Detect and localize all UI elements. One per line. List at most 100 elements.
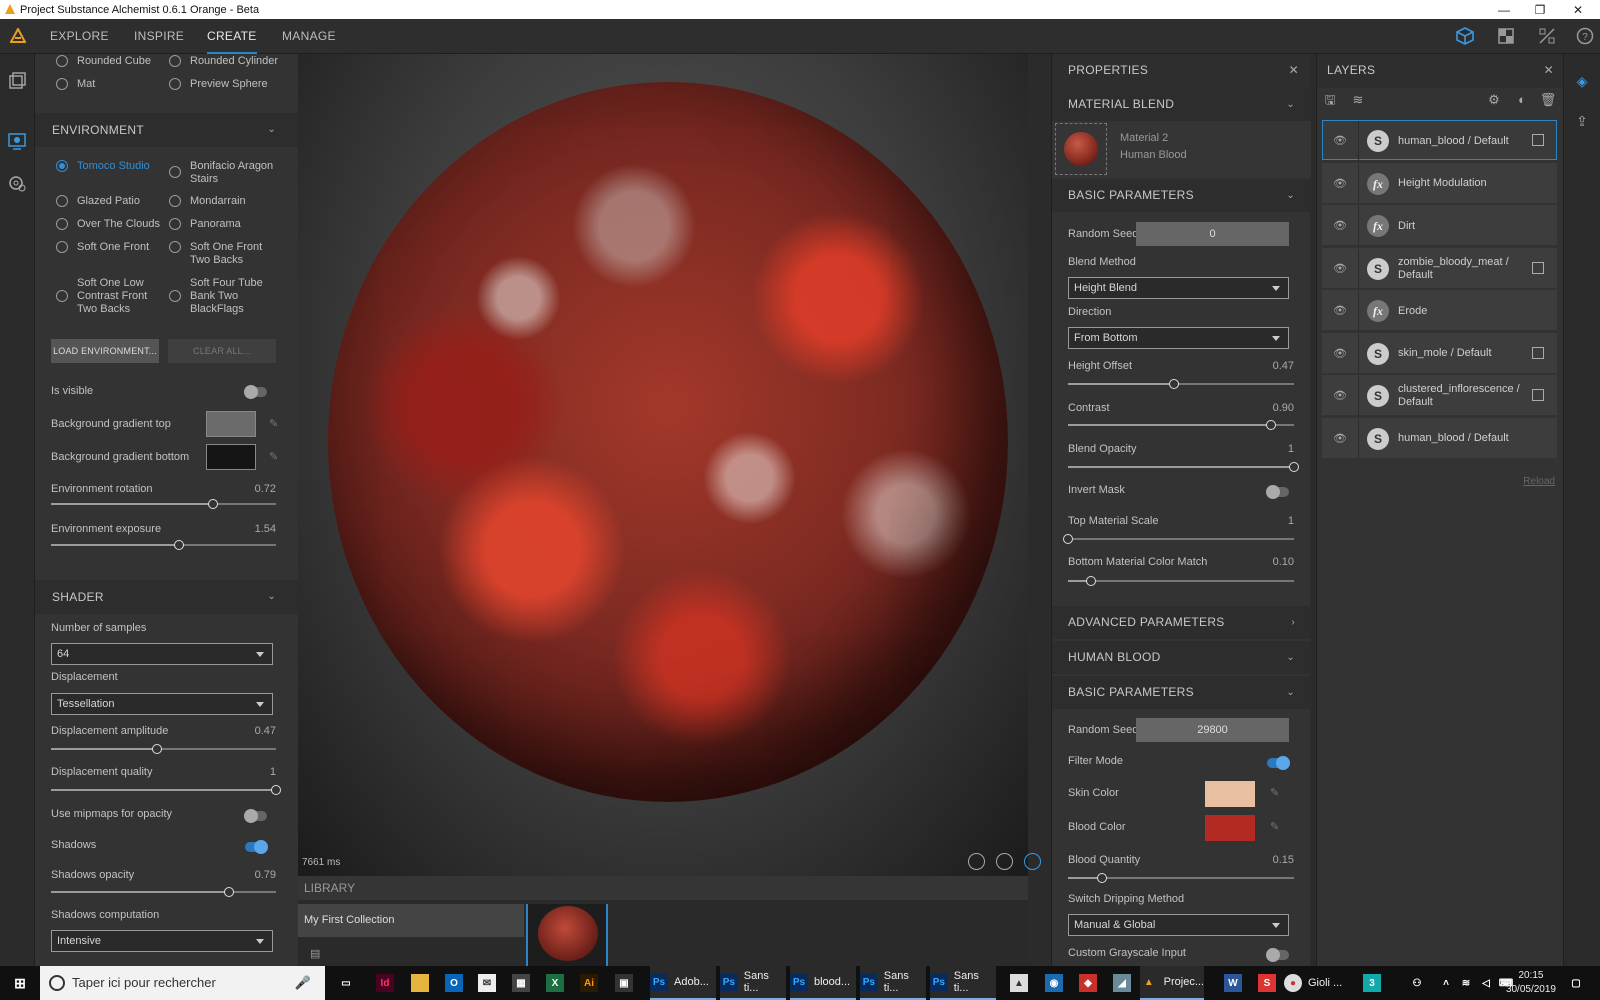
- eyedropper-icon[interactable]: ✎: [269, 417, 278, 430]
- visibility-eye-icon[interactable]: 👁: [1333, 304, 1347, 317]
- collection-item[interactable]: My First Collection: [298, 904, 524, 937]
- disp-quality-slider[interactable]: [51, 785, 281, 795]
- visibility-eye-icon[interactable]: 👁: [1333, 262, 1347, 275]
- 3d-view-icon[interactable]: [1456, 27, 1474, 48]
- taskbar-app-chrome[interactable]: ● Gioli ...: [1284, 966, 1348, 1000]
- visibility-eye-icon[interactable]: 👁: [1333, 219, 1347, 232]
- add-folder-icon[interactable]: ▤: [310, 947, 320, 960]
- maximize-button[interactable]: ❐: [1520, 0, 1560, 19]
- split-view-icon[interactable]: [1538, 27, 1556, 48]
- layers-icon[interactable]: ◈: [1573, 72, 1591, 90]
- layers-stack-icon[interactable]: ≋: [1349, 91, 1367, 109]
- taskbar-app[interactable]: Ps Sans ti...: [930, 966, 996, 1000]
- env-soft-one-front-two-backs[interactable]: Soft One Front Two Backs: [169, 241, 269, 267]
- slider-handle[interactable]: [1169, 379, 1180, 389]
- instance-copy-icon[interactable]: [1532, 389, 1544, 401]
- shader-section-header[interactable]: SHADER ⌄: [35, 580, 298, 614]
- bg-bottom-color-swatch[interactable]: [206, 444, 256, 470]
- skin-color-swatch[interactable]: [1205, 781, 1255, 807]
- tab-manage[interactable]: MANAGE: [282, 19, 336, 54]
- task-view-icon[interactable]: ▭: [337, 974, 355, 992]
- shadows-computation-select[interactable]: Intensive: [51, 930, 273, 952]
- blood-quantity-slider[interactable]: [1068, 873, 1294, 883]
- human-blood-header[interactable]: HUMAN BLOOD ⌄: [1052, 641, 1311, 674]
- file-explorer-icon[interactable]: [411, 974, 429, 992]
- layer-item[interactable]: 👁 Shuman_blood / Default: [1322, 120, 1557, 161]
- shape-rounded-cube[interactable]: Rounded Cube: [56, 55, 151, 68]
- layer-item[interactable]: 👁 fx Dirt: [1322, 205, 1557, 246]
- refresh-icon[interactable]: [1024, 853, 1041, 870]
- layer-item[interactable]: 👁 fx Height Modulation: [1322, 162, 1557, 204]
- alchemist-logo-icon[interactable]: [9, 26, 27, 47]
- instance-copy-icon[interactable]: [1532, 261, 1544, 274]
- shape-rounded-cylinder[interactable]: Rounded Cylinder: [169, 55, 278, 68]
- visibility-eye-icon[interactable]: 👁: [1333, 347, 1347, 360]
- taskbar-app[interactable]: Ps blood...: [790, 966, 856, 1000]
- invert-mask-toggle[interactable]: [1266, 485, 1289, 499]
- random-seed-input[interactable]: 0: [1136, 222, 1289, 246]
- is-visible-toggle[interactable]: [244, 385, 267, 399]
- blend-method-select[interactable]: Height Blend: [1068, 277, 1289, 299]
- close-panel-icon[interactable]: ✕: [1544, 54, 1554, 87]
- env-panorama[interactable]: Panorama: [169, 218, 241, 231]
- microphone-icon[interactable]: 🎤: [295, 966, 311, 1000]
- app-icon[interactable]: S: [1258, 974, 1276, 992]
- close-panel-icon[interactable]: ✕: [1289, 54, 1299, 87]
- scene-settings-icon[interactable]: [8, 132, 26, 150]
- layer-item[interactable]: 👁 Shuman_blood / Default: [1322, 417, 1557, 459]
- taskbar-app[interactable]: Ps Sans ti...: [860, 966, 926, 1000]
- bg-top-color-swatch[interactable]: [206, 411, 256, 437]
- env-soft-four-tube-bank[interactable]: Soft Four Tube Bank Two BlackFlags: [169, 277, 269, 316]
- displacement-select[interactable]: Tessellation: [51, 693, 273, 715]
- add-material-icon[interactable]: ◐: [1513, 91, 1531, 109]
- samples-select[interactable]: 64: [51, 643, 273, 665]
- env-glazed-patio[interactable]: Glazed Patio: [56, 195, 140, 208]
- shape-mat[interactable]: Mat: [56, 78, 95, 91]
- layer-item[interactable]: 👁 fx Erode: [1322, 290, 1557, 331]
- env-exposure-slider[interactable]: [51, 540, 276, 550]
- add-filter-icon[interactable]: ⚙: [1485, 91, 1503, 109]
- slider-handle[interactable]: [1266, 420, 1277, 430]
- 3d-viewport[interactable]: 7661 ms: [298, 54, 1041, 876]
- eyedropper-icon[interactable]: ✎: [1270, 786, 1279, 799]
- taskbar-app[interactable]: Ps Adob...: [650, 966, 716, 1000]
- app-icon[interactable]: ◢: [1113, 974, 1131, 992]
- height-offset-slider[interactable]: [1068, 379, 1294, 389]
- app-icon[interactable]: ◆: [1079, 974, 1097, 992]
- people-icon[interactable]: ⚇: [1408, 974, 1426, 992]
- filter-mode-toggle[interactable]: [1267, 756, 1290, 770]
- shadows-opacity-slider[interactable]: [51, 887, 276, 897]
- app-icon[interactable]: ▣: [615, 974, 633, 992]
- environment-section-header[interactable]: ENVIRONMENT ⌄: [35, 113, 298, 147]
- slider-handle[interactable]: [1289, 462, 1299, 472]
- system-clock[interactable]: 20:15 30/05/2019: [1506, 969, 1556, 997]
- env-mondarrain[interactable]: Mondarrain: [169, 195, 246, 208]
- top-material-scale-slider[interactable]: [1063, 534, 1294, 544]
- delete-icon[interactable]: 🗑: [1539, 91, 1557, 109]
- env-rotation-slider[interactable]: [51, 499, 276, 509]
- env-bonifacio-aragon-stairs[interactable]: Bonifacio Aragon Stairs: [169, 160, 284, 186]
- eyedropper-icon[interactable]: ✎: [269, 450, 278, 463]
- help-icon[interactable]: ?: [1576, 27, 1594, 48]
- illustrator-icon[interactable]: Ai: [580, 974, 598, 992]
- basic-parameters-header[interactable]: BASIC PARAMETERS ⌄: [1052, 179, 1311, 212]
- shape-preview-sphere[interactable]: Preview Sphere: [169, 78, 268, 91]
- minimize-button[interactable]: —: [1484, 0, 1524, 19]
- windows-start-icon[interactable]: ⊞: [11, 974, 29, 992]
- notifications-icon[interactable]: ▢: [1567, 974, 1585, 992]
- volume-icon[interactable]: ◁: [1477, 974, 1495, 992]
- slider-handle[interactable]: [208, 499, 218, 509]
- reload-link[interactable]: Reload: [1523, 476, 1555, 487]
- excel-icon[interactable]: X: [546, 974, 564, 992]
- focus-icon[interactable]: [968, 853, 985, 870]
- network-icon[interactable]: ≋: [1457, 974, 1475, 992]
- export-icon[interactable]: ⇪: [1573, 112, 1591, 130]
- visibility-eye-icon[interactable]: 👁: [1333, 134, 1347, 147]
- eyedropper-icon[interactable]: ✎: [1270, 820, 1279, 833]
- tray-chevron-icon[interactable]: ˄: [1437, 974, 1455, 992]
- outlook-icon[interactable]: O: [445, 974, 463, 992]
- advanced-parameters-header[interactable]: ADVANCED PARAMETERS ›: [1052, 606, 1311, 639]
- env-tomoco-studio[interactable]: Tomoco Studio: [56, 160, 161, 173]
- clear-all-button[interactable]: CLEAR ALL...: [168, 339, 276, 363]
- slider-handle[interactable]: [1096, 873, 1107, 883]
